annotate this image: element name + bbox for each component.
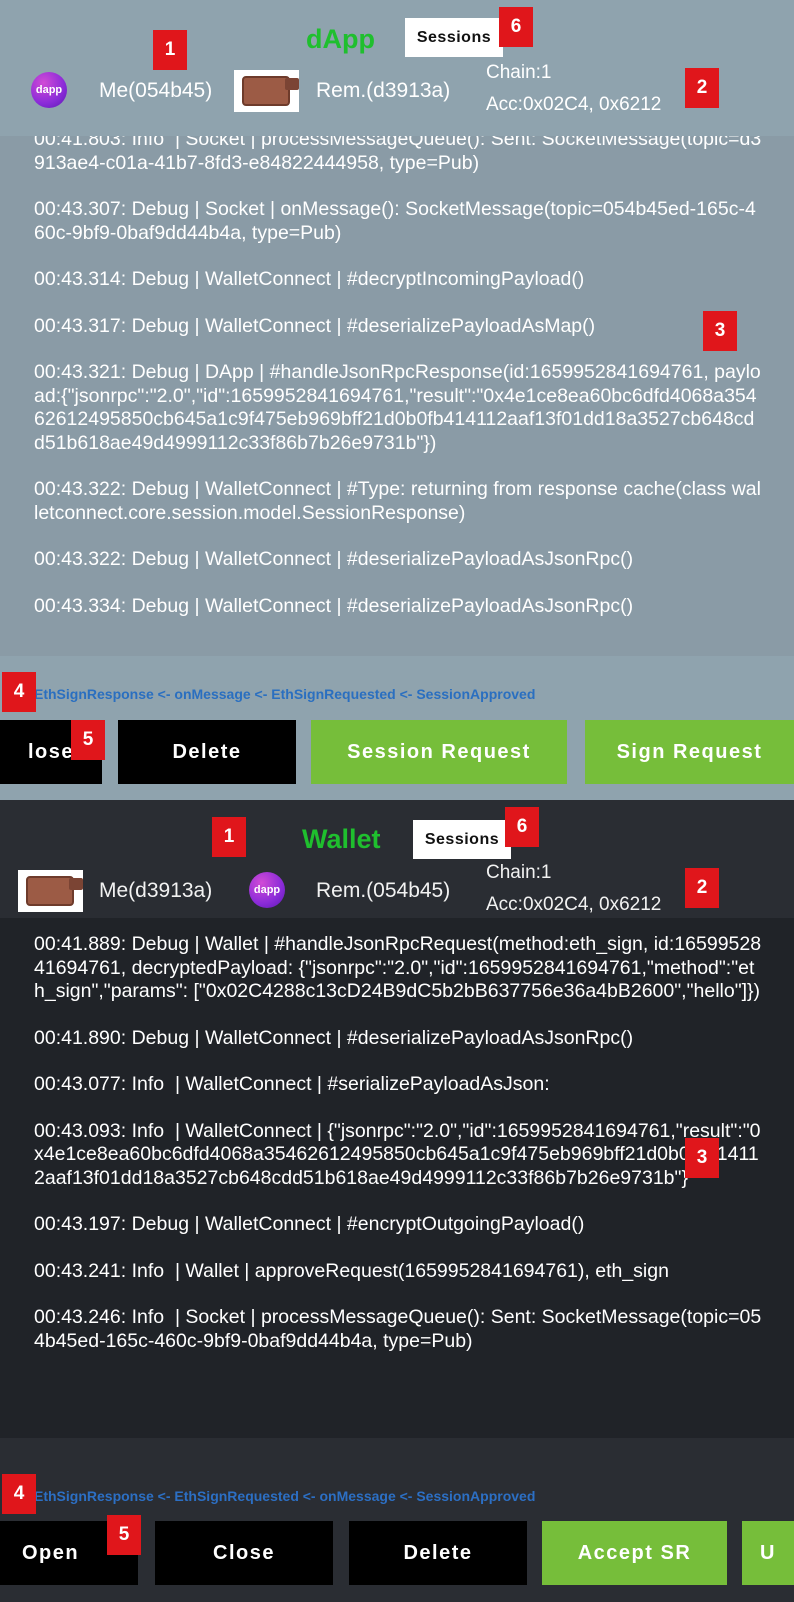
- annotation-badge: 5: [107, 1515, 141, 1555]
- annotation-badge: 4: [2, 672, 36, 712]
- wallet-sessions-button[interactable]: Sessions: [413, 820, 511, 859]
- delete-button[interactable]: Delete: [118, 720, 296, 784]
- wallet-icon: [18, 870, 83, 912]
- dapp-flow-status: EthSignResponse <- onMessage <- EthSignR…: [34, 686, 536, 702]
- log-line: 00:43.321: Debug | DApp | #handleJsonRpc…: [34, 361, 761, 454]
- annotation-badge: 1: [212, 817, 246, 857]
- wallet-log: 00:41.889: Debug | Wallet | #handleJsonR…: [34, 933, 764, 1376]
- log-line: 00:43.246: Info | Socket | processMessag…: [34, 1306, 762, 1352]
- log-line: 00:41.889: Debug | Wallet | #handleJsonR…: [34, 933, 762, 1002]
- annotation-badge: 6: [499, 7, 533, 47]
- annotation-badge: 4: [2, 1474, 36, 1514]
- log-line: 00:43.322: Debug | WalletConnect | #Type…: [34, 478, 761, 524]
- dapp-chain: Chain:1: [486, 62, 552, 83]
- wallet-icon: [234, 70, 299, 112]
- wallet-me-id: Me(d3913a): [99, 879, 213, 902]
- annotation-badge: 2: [685, 68, 719, 108]
- dapp-remote-id: Rem.(d3913a): [316, 79, 451, 102]
- log-line: 00:43.314: Debug | WalletConnect | #decr…: [34, 268, 585, 290]
- wallet-accounts: Acc:0x02C4, 0x6212: [486, 894, 662, 915]
- log-line: 00:43.322: Debug | WalletConnect | #dese…: [34, 548, 634, 570]
- log-line: 00:43.077: Info | WalletConnect | #seria…: [34, 1073, 550, 1095]
- dapp-title: dApp: [306, 24, 375, 54]
- sign-request-button[interactable]: Sign Request: [585, 720, 794, 784]
- log-line: 00:43.241: Info | Wallet | approveReques…: [34, 1259, 669, 1282]
- close-button[interactable]: Close: [155, 1521, 333, 1585]
- session-request-button[interactable]: Session Request: [311, 720, 567, 784]
- annotation-badge: 3: [703, 311, 737, 351]
- wallet-pane: Wallet Sessions Me(d3913a) dapp Rem.(054…: [0, 800, 794, 1602]
- log-line: 00:41.803: Info | Socket | processMessag…: [34, 136, 762, 174]
- log-line: 00:43.334: Debug | WalletConnect | #dese…: [34, 594, 634, 617]
- log-line: 00:43.093: Info | WalletConnect | {"json…: [34, 1119, 761, 1189]
- wallet-flow-status: EthSignResponse <- EthSignRequested <- o…: [34, 1488, 536, 1504]
- log-line: 00:43.317: Debug | WalletConnect | #dese…: [34, 314, 596, 337]
- dapp-pane: dApp Sessions dapp Me(054b45) Rem.(d3913…: [0, 0, 794, 800]
- wallet-remote-id: Rem.(054b45): [316, 879, 451, 902]
- annotation-badge: 1: [153, 30, 187, 70]
- log-line: 00:43.197: Debug | WalletConnect | #encr…: [34, 1213, 585, 1235]
- annotation-badge: 6: [505, 807, 539, 847]
- accept-sr-button[interactable]: Accept SR: [542, 1521, 727, 1585]
- log-line: 00:41.890: Debug | WalletConnect | #dese…: [34, 1026, 634, 1049]
- dapp-logo-icon: dapp: [31, 72, 67, 108]
- dapp-log: 00:41.803: Info | Socket | processMessag…: [34, 136, 764, 641]
- wallet-chain: Chain:1: [486, 862, 552, 883]
- wallet-log-area[interactable]: 00:41.889: Debug | Wallet | #handleJsonR…: [0, 918, 794, 1438]
- delete-button[interactable]: Delete: [349, 1521, 527, 1585]
- annotation-badge: 3: [685, 1138, 719, 1178]
- update-button[interactable]: U: [742, 1521, 794, 1585]
- dapp-accounts: Acc:0x02C4, 0x6212: [486, 94, 662, 115]
- dapp-log-area[interactable]: 00:41.803: Info | Socket | processMessag…: [0, 136, 794, 656]
- dapp-sessions-button[interactable]: Sessions: [405, 18, 503, 57]
- dapp-me-id: Me(054b45): [99, 79, 213, 102]
- dapp-logo-icon: dapp: [249, 872, 285, 908]
- dapp-header: dApp Sessions dapp Me(054b45) Rem.(d3913…: [0, 0, 794, 140]
- annotation-badge: 5: [71, 720, 105, 760]
- wallet-title: Wallet: [302, 824, 381, 854]
- log-line: 00:43.307: Debug | Socket | onMessage():…: [34, 198, 756, 244]
- annotation-badge: 2: [685, 868, 719, 908]
